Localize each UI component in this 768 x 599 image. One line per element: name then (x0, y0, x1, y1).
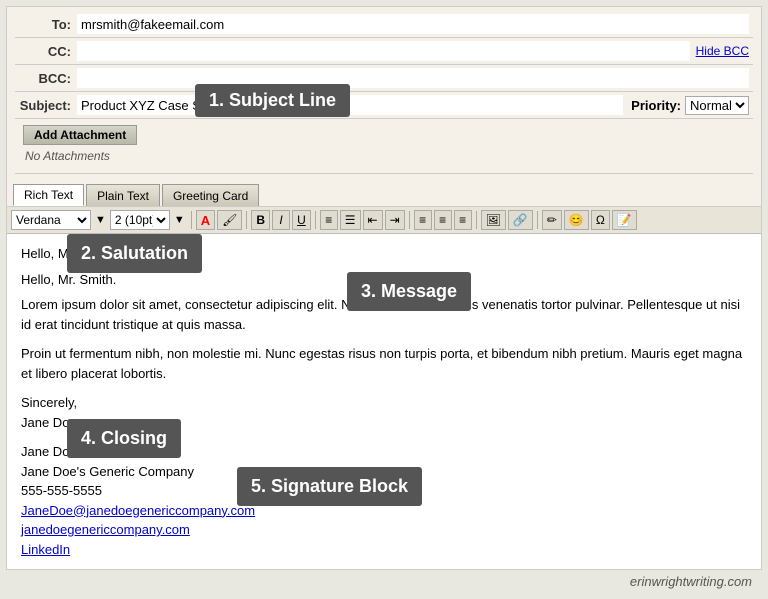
outdent-button[interactable]: ⇤ (363, 210, 383, 230)
edit-icon: ✏ (547, 213, 557, 227)
emoji-button[interactable]: 😊 (564, 210, 589, 230)
to-input[interactable] (77, 14, 749, 34)
sig-website: janedoegenericcompany.com (21, 520, 747, 540)
toolbar-sep-6 (537, 211, 538, 229)
align-left-button[interactable]: ≡ (414, 210, 432, 230)
align-right-button[interactable]: ≡ (454, 210, 472, 230)
align-center-button[interactable]: ≡ (434, 210, 452, 230)
italic-icon: I (279, 213, 282, 227)
align-left-icon: ≡ (419, 213, 426, 227)
bcc-row: BCC: (15, 65, 753, 92)
link-icon: 🔗 (513, 213, 528, 227)
sig-company: Jane Doe's Generic Company (21, 462, 747, 482)
italic-button[interactable]: I (272, 210, 290, 230)
font-color-a-icon: A (201, 213, 210, 228)
priority-select[interactable]: Normal High Low (685, 96, 749, 115)
email-container: To: CC: Hide BCC BCC: Subject: Priority: (6, 6, 762, 570)
bold-button[interactable]: B (251, 210, 270, 230)
salutation-text: Hello, Mr. Smith. (21, 244, 747, 264)
edit-button[interactable]: ✏ (542, 210, 562, 230)
font-family-select[interactable]: Verdana (11, 210, 91, 230)
indent-button[interactable]: ⇥ (385, 210, 405, 230)
tab-rich-text[interactable]: Rich Text (13, 184, 84, 206)
special-char-icon: Ω (596, 213, 605, 227)
emoji-icon: 😊 (569, 213, 584, 227)
attachment-row: Add Attachment No Attachments (15, 119, 753, 174)
bold-icon: B (256, 213, 265, 227)
message-para-1: Lorem ipsum dolor sit amet, consectetur … (21, 295, 747, 334)
insert-image-button[interactable]: 🖼 (481, 210, 506, 230)
sig-email: JaneDoe@janedoegenericcompany.com (21, 501, 747, 521)
tab-greeting-card[interactable]: Greeting Card (162, 184, 259, 206)
body-area[interactable]: Hello, Mr. Smith. Hello, Mr. Smith. Lore… (7, 234, 761, 569)
to-row: To: (15, 11, 753, 38)
closing-sincerely: Sincerely, (21, 393, 747, 413)
cc-row: CC: Hide BCC (15, 38, 753, 65)
outer-wrapper: To: CC: Hide BCC BCC: Subject: Priority: (0, 0, 768, 599)
toolbar-arrow: ▼ (93, 214, 108, 226)
indent-icon: ⇥ (390, 213, 400, 227)
priority-label: Priority: (631, 98, 685, 113)
hide-bcc-link[interactable]: Hide BCC (690, 44, 749, 58)
salutation-display: Hello, Mr. Smith. (21, 272, 116, 287)
tabs-row: Rich Text Plain Text Greeting Card (7, 178, 761, 207)
sig-name: Jane Doe (21, 442, 747, 462)
ordered-list-button[interactable]: ≡ (320, 210, 338, 230)
bcc-label: BCC: (19, 71, 77, 86)
toolbar-size-arrow: ▼ (172, 214, 187, 226)
toolbar-sep-3 (315, 211, 316, 229)
subject-input[interactable] (77, 95, 623, 115)
ul-icon: ☰ (345, 213, 356, 227)
highlight-button[interactable]: 🖌 (217, 210, 242, 230)
ol-icon: ≡ (325, 213, 332, 227)
toolbar-sep-1 (191, 211, 192, 229)
subject-label: Subject: (19, 98, 77, 113)
underline-button[interactable]: U (292, 210, 311, 230)
sig-email-link[interactable]: JaneDoe@janedoegenericcompany.com (21, 503, 255, 518)
toolbar-sep-2 (246, 211, 247, 229)
tab-plain-text[interactable]: Plain Text (86, 184, 160, 206)
subject-row: Subject: Priority: Normal High Low 1. Su… (15, 92, 753, 119)
image-icon: 🖼 (486, 213, 501, 227)
unordered-list-button[interactable]: ☰ (340, 210, 361, 230)
signature-block: Jane Doe Jane Doe's Generic Company 555-… (21, 442, 747, 559)
underline-icon: U (297, 213, 306, 227)
spell-check-button[interactable]: 📝 (612, 210, 637, 230)
toolbar-sep-4 (409, 211, 410, 229)
outdent-icon: ⇤ (368, 213, 378, 227)
cc-input[interactable] (77, 41, 690, 61)
insert-link-button[interactable]: 🔗 (508, 210, 533, 230)
highlight-icon: 🖌 (222, 213, 237, 227)
spell-check-icon: 📝 (617, 213, 632, 227)
align-center-icon: ≡ (439, 213, 446, 227)
add-attachment-button[interactable]: Add Attachment (23, 125, 137, 145)
cc-label: CC: (19, 44, 77, 59)
font-size-select[interactable]: 2 (10pt) (110, 210, 170, 230)
to-label: To: (19, 17, 77, 32)
toolbar-row: Verdana ▼ 2 (10pt) ▼ A 🖌 B I U ≡ ☰ ⇤ ⇥ (7, 207, 761, 234)
font-color-button[interactable]: A (196, 210, 215, 230)
message-para-2: Proin ut fermentum nibh, non molestie mi… (21, 344, 747, 383)
priority-area: Priority: Normal High Low (623, 96, 749, 115)
bcc-input[interactable] (77, 68, 749, 88)
closing-area: Sincerely, Jane Doe (21, 393, 747, 432)
no-attachments-text: No Attachments (23, 145, 745, 167)
toolbar-sep-5 (476, 211, 477, 229)
sig-linkedin-link[interactable]: LinkedIn (21, 542, 70, 557)
watermark: erinwrightwriting.com (6, 570, 762, 593)
closing-name: Jane Doe (21, 413, 747, 433)
sig-website-link[interactable]: janedoegenericcompany.com (21, 522, 190, 537)
header-area: To: CC: Hide BCC BCC: Subject: Priority: (7, 7, 761, 178)
body-wrapper: Hello, Mr. Smith. Hello, Mr. Smith. Lore… (7, 234, 761, 569)
sig-linkedin: LinkedIn (21, 540, 747, 560)
sig-phone: 555-555-5555 (21, 481, 747, 501)
align-right-icon: ≡ (459, 213, 466, 227)
special-char-button[interactable]: Ω (591, 210, 610, 230)
